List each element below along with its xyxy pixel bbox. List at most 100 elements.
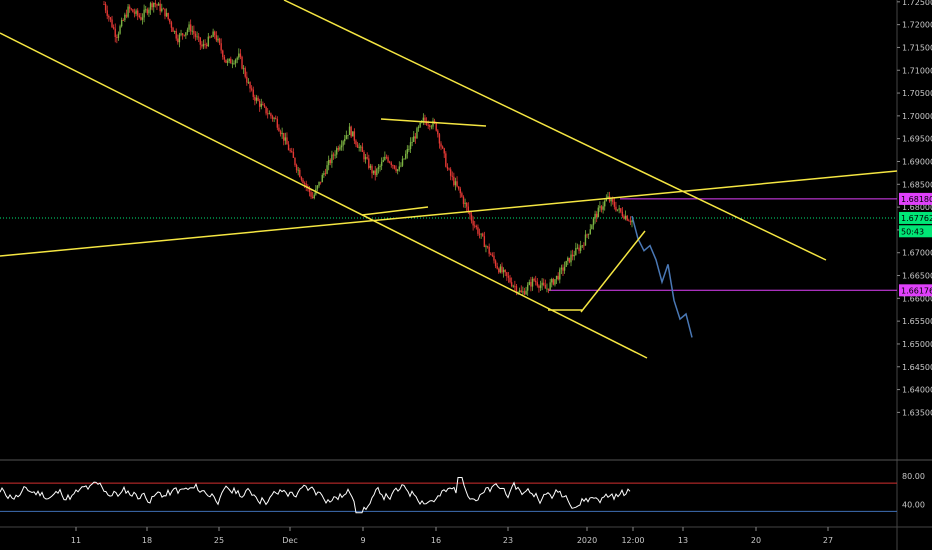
candle-body: [419, 122, 421, 127]
candle-body: [384, 156, 386, 161]
candle-body: [483, 236, 486, 248]
candle-body: [414, 136, 417, 139]
time-tick-label: 9: [360, 536, 365, 545]
candle-body: [329, 159, 331, 164]
candle-body: [440, 143, 442, 147]
candle-body: [486, 246, 489, 248]
price-tick-label: 1.63500: [902, 408, 932, 417]
candle-body: [570, 254, 572, 263]
projection-path: [631, 215, 693, 338]
candle-body: [374, 170, 376, 176]
candle-body: [623, 216, 625, 219]
candle-body: [336, 148, 338, 155]
candle-body: [536, 282, 539, 286]
candle-body: [154, 2, 157, 5]
candle-body: [624, 215, 627, 219]
candle-body: [175, 31, 177, 39]
candle-body: [615, 206, 617, 211]
candle-body: [218, 38, 221, 44]
candle-body: [560, 267, 563, 270]
candle-body: [571, 254, 574, 257]
candle-body: [130, 8, 132, 10]
price-tick-label: 1.71500: [902, 43, 932, 52]
candle-body: [604, 200, 606, 207]
candle-body: [549, 282, 551, 290]
candle-body: [143, 9, 145, 18]
candle-body: [539, 285, 542, 288]
candle-body: [230, 58, 232, 64]
candle-body: [445, 153, 447, 167]
candle-body: [626, 215, 628, 221]
candle-body: [214, 31, 216, 36]
candle-body: [249, 82, 251, 89]
candle-body: [552, 279, 555, 285]
candle-body: [104, 4, 107, 11]
candle-body: [137, 10, 139, 16]
candle-body: [197, 36, 200, 38]
candle-body: [164, 8, 166, 17]
time-tick-label: 23: [503, 536, 513, 545]
candle-body: [400, 165, 402, 167]
candle-body: [348, 126, 351, 136]
candle-body: [451, 175, 453, 177]
price-axis: 1.72500 1.72000 1.71500 1.71000 1.70500 1.700…: [897, 0, 932, 417]
candle-body: [533, 278, 535, 281]
price-tick-label: 1.66500: [902, 272, 932, 281]
candle-body: [581, 245, 583, 247]
candle-body: [279, 131, 282, 135]
candle-body: [124, 14, 126, 21]
candle-body: [209, 36, 211, 38]
candle-body: [167, 12, 169, 19]
candle-body: [173, 31, 176, 32]
candle-body: [281, 132, 283, 135]
candle-body: [413, 136, 415, 142]
candle-body: [530, 281, 532, 287]
candle-body: [531, 278, 534, 287]
candle-body: [408, 149, 410, 150]
price-tick-label: 1.72000: [902, 21, 932, 30]
candle-body: [398, 166, 400, 170]
candle-body: [138, 15, 141, 18]
candle-body: [612, 198, 614, 202]
candle-body: [526, 284, 529, 291]
candle-body: [563, 266, 566, 271]
candle-body: [331, 154, 333, 164]
candle-body: [185, 32, 187, 36]
triangle-bottom-line: [361, 206, 429, 216]
candle-body: [220, 43, 222, 51]
time-tick-label: 27: [823, 536, 833, 545]
candle-body: [201, 44, 203, 47]
candle-body: [252, 89, 254, 97]
candle-body: [501, 266, 503, 273]
candle-body: [181, 33, 184, 35]
candle-body: [350, 126, 352, 137]
candle-body: [491, 255, 494, 256]
candle-body: [111, 19, 113, 28]
candle-body: [528, 281, 530, 285]
candle-body: [432, 120, 434, 127]
candle-body: [106, 10, 108, 16]
candle-body: [172, 27, 174, 32]
candle-body: [405, 153, 407, 159]
candle-body: [498, 268, 500, 273]
candle-body: [241, 56, 243, 69]
candle-body: [236, 57, 238, 60]
price-chart[interactable]: 1.72500 1.72000 1.71500 1.71000 1.70500 1.700…: [0, 0, 932, 550]
candle-body: [573, 255, 575, 257]
time-tick-label: 16: [431, 536, 441, 545]
candle-body: [145, 9, 147, 11]
candle-body: [631, 220, 633, 223]
candle-body: [382, 160, 384, 162]
candle-body: [618, 208, 620, 210]
candle-body: [358, 146, 360, 148]
candle-body: [334, 154, 336, 156]
candle-body: [254, 96, 256, 101]
price-badge-label: 1.68180: [901, 195, 932, 204]
candle-body: [178, 34, 181, 43]
candle-body: [120, 20, 123, 27]
candle-body: [387, 157, 389, 162]
candle-body: [297, 169, 299, 171]
candle-body: [109, 17, 112, 20]
candle-body: [149, 3, 152, 10]
candle-body: [289, 150, 291, 152]
